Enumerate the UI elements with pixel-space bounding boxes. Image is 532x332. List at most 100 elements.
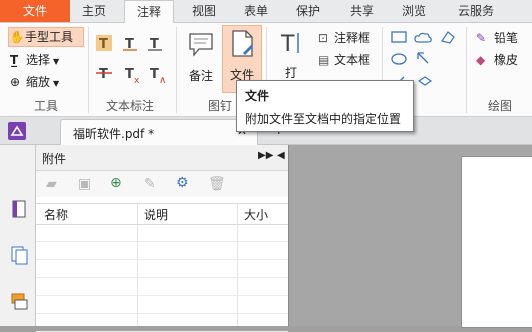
textbox-button[interactable]: ▤ 文本框: [318, 51, 370, 69]
menu-bar: 文件 主页 注释 视图 表单 保护 共享 浏览 云服务: [0, 0, 532, 24]
oval-icon[interactable]: [391, 53, 407, 65]
callout-label: 注释框: [334, 31, 371, 45]
ribbon-separator: [176, 27, 177, 113]
zoom-tool-button[interactable]: ⊕ 缩放 ▼: [10, 73, 59, 91]
menu-tab-cloud[interactable]: 云服务: [448, 0, 504, 22]
svg-text:∧: ∧: [159, 75, 166, 86]
menu-tab-share[interactable]: 共享: [338, 0, 386, 22]
ribbon-separator: [88, 27, 89, 113]
svg-text:T: T: [125, 67, 134, 82]
edit-attachment-icon[interactable]: ✎: [144, 176, 156, 192]
underline-text-icon[interactable]: T: [123, 37, 137, 52]
svg-text:T: T: [150, 67, 159, 82]
list-item: [36, 314, 288, 332]
svg-text:x: x: [134, 76, 140, 86]
arrow-icon[interactable]: [417, 52, 429, 64]
svg-text:T: T: [99, 37, 108, 52]
column-name[interactable]: 名称: [44, 206, 68, 223]
pages-icon[interactable]: [10, 245, 30, 265]
list-item: [36, 224, 288, 242]
svg-text:T: T: [99, 67, 108, 82]
tools-group-label: 工具: [34, 99, 59, 113]
column-size[interactable]: 大小: [244, 206, 268, 223]
list-item: [36, 296, 288, 314]
hand-tool-button[interactable]: ✋手型工具: [8, 27, 84, 47]
highlight-text-icon[interactable]: T: [96, 35, 112, 52]
cloud-icon[interactable]: [414, 32, 432, 43]
select-tool-button[interactable]: T̲ 选择 ▼: [10, 51, 59, 69]
menu-tab-view[interactable]: 视图: [180, 0, 228, 22]
zoom-tool-label: 缩放: [26, 75, 51, 89]
open-attachment-icon[interactable]: ▰: [46, 176, 57, 192]
add-attachment-icon[interactable]: ⊕: [110, 175, 122, 191]
callout-icon: ⊡: [318, 31, 329, 45]
collapse-panel-icon[interactable]: ◀: [277, 150, 285, 161]
strikeout-text-icon[interactable]: T: [96, 67, 112, 82]
svg-text:T: T: [280, 32, 295, 55]
list-item: [36, 242, 288, 260]
polygon-icon[interactable]: [441, 31, 455, 44]
note-button[interactable]: 备注: [182, 27, 220, 91]
ribbon-separator: [466, 27, 467, 113]
text-markup-tools: T T T T Tx T ∧: [96, 35, 166, 86]
navigation-rail: [0, 145, 36, 326]
rectangle-icon[interactable]: [391, 31, 407, 43]
attachments-toolbar: ▰ ▣ ⊕ ✎ ⚙ 🗑: [36, 171, 288, 197]
menu-tab-form[interactable]: 表单: [232, 0, 280, 22]
attachment-settings-icon[interactable]: ⚙: [176, 175, 189, 191]
callout-button[interactable]: ⊡ 注释框: [318, 29, 370, 47]
file-tooltip: 文件 附加文件至文档中的指定位置: [236, 80, 414, 132]
attachments-column-header: 名称 说明 大小: [36, 203, 288, 225]
textbox-label: 文本框: [334, 53, 371, 67]
drawing-group-label: 绘图: [488, 99, 513, 113]
pencil-button[interactable]: ✎ 铅笔: [476, 29, 518, 47]
app-logo-icon: [8, 122, 26, 140]
diamond-icon[interactable]: [417, 76, 433, 86]
column-description[interactable]: 说明: [144, 206, 168, 223]
tooltip-title: 文件: [245, 89, 270, 103]
attachments-panel: 附件 ▶▶ ◀ ▰ ▣ ⊕ ✎ ⚙ 🗑 名称 说明 大小: [36, 145, 289, 332]
pin-group-label: 图钉: [208, 99, 233, 113]
list-item: [36, 278, 288, 296]
pencil-label: 铅笔: [494, 31, 519, 45]
text-markup-group-label: 文本标注: [106, 99, 155, 113]
comments-icon[interactable]: [10, 291, 30, 311]
menu-tab-protect[interactable]: 保护: [284, 0, 332, 22]
list-item: [36, 260, 288, 278]
chevron-down-icon: ▼: [53, 57, 60, 66]
document-viewport[interactable]: [289, 145, 532, 328]
hand-tool-label: 手型工具: [25, 30, 74, 44]
menu-tab-comment[interactable]: 注释: [124, 0, 174, 24]
pdf-page[interactable]: [461, 156, 532, 328]
chevron-down-icon: ▼: [53, 79, 60, 88]
file-attachment-icon: [232, 30, 253, 57]
replace-text-icon[interactable]: Tx: [125, 67, 140, 86]
expand-panel-icon[interactable]: ▶▶: [258, 150, 273, 161]
zoom-icon: ⊕: [10, 75, 21, 89]
eraser-button[interactable]: ◆ 橡皮: [476, 51, 518, 69]
save-attachment-icon[interactable]: ▣: [78, 176, 91, 192]
pencil-icon: ✎: [476, 31, 487, 45]
textbox-icon: ▤: [318, 53, 330, 67]
document-tab[interactable]: 福昕软件.pdf * ✕: [60, 119, 258, 145]
bookmark-icon[interactable]: [10, 199, 28, 219]
select-text-icon: T̲: [10, 53, 19, 67]
eraser-label: 橡皮: [494, 53, 519, 67]
attachments-panel-header: 附件 ▶▶ ◀: [36, 145, 288, 171]
squiggly-text-icon[interactable]: T: [148, 37, 162, 52]
typewriter-label: 打: [284, 66, 297, 80]
hand-icon: ✋: [9, 30, 25, 44]
select-tool-label: 选择: [26, 53, 51, 67]
attachments-panel-title: 附件: [42, 152, 67, 166]
tooltip-body: 附加文件至文档中的指定位置: [245, 112, 402, 126]
note-label: 备注: [188, 69, 213, 83]
menu-tab-file[interactable]: 文件: [0, 0, 70, 22]
note-icon: [189, 33, 213, 57]
typewriter-icon: T: [280, 32, 299, 57]
eraser-icon: ◆: [476, 53, 486, 67]
menu-tab-browse[interactable]: 浏览: [390, 0, 438, 22]
insert-text-icon[interactable]: T ∧: [150, 67, 166, 86]
menu-tab-home[interactable]: 主页: [70, 0, 118, 22]
delete-attachment-icon[interactable]: 🗑: [208, 176, 226, 192]
document-tab-title: 福昕软件.pdf *: [73, 127, 155, 141]
